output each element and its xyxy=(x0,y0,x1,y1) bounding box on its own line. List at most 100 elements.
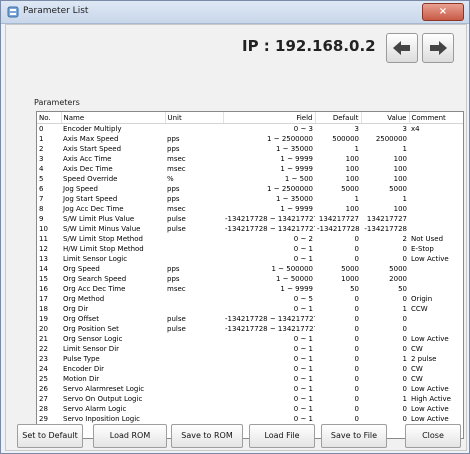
table-row[interactable]: 11 S/W Limit Stop Method 0 ~ 2 0 2 Not Used xyxy=(37,234,463,244)
table-cell: Axis Acc Time xyxy=(63,155,112,163)
table-row[interactable]: 15 Org Search Speed pps 1 ~ 50000 1000 2000 xyxy=(37,274,463,284)
table-cell: 134217727 xyxy=(318,215,359,223)
forward-button[interactable] xyxy=(422,33,454,63)
column-header[interactable]: Value xyxy=(361,112,410,124)
table-cell: 0 xyxy=(354,405,359,413)
table-row[interactable]: 22 Limit Sensor Dir 0 ~ 1 0 0 CW xyxy=(37,344,463,354)
table-row[interactable]: 2 Axis Start Speed pps 1 ~ 35000 1 1 xyxy=(37,144,463,154)
table-cell: Org Method xyxy=(63,295,105,303)
table-row[interactable]: 6 Jog Speed pps 1 ~ 2500000 5000 5000 xyxy=(37,184,463,194)
table-cell: 25 xyxy=(39,375,48,383)
column-header[interactable]: No. xyxy=(37,112,62,124)
table-row[interactable]: 16 Org Acc Dec Time msec 1 ~ 9999 50 50 xyxy=(37,284,463,294)
save-to-rom-button[interactable]: Save to ROM xyxy=(171,424,243,448)
column-header[interactable]: Field xyxy=(223,112,316,124)
table-row[interactable]: 0 Encoder Multiply 0 ~ 3 3 3 x4 xyxy=(37,124,463,135)
table-cell: Servo Alarmreset Logic xyxy=(63,385,145,393)
table-cell: 1 ~ 9999 xyxy=(280,155,313,163)
table-cell: 18 xyxy=(39,305,48,313)
table-cell: 0 xyxy=(354,235,359,243)
app-icon xyxy=(7,6,19,18)
parameters-label: Parameters xyxy=(34,98,80,107)
table-cell: 1 ~ 9999 xyxy=(280,205,313,213)
table-cell: 6 xyxy=(39,185,44,193)
table-row[interactable]: 13 Limit Sensor Logic 0 ~ 1 0 0 Low Active xyxy=(37,254,463,264)
table-cell xyxy=(165,334,223,344)
table-cell: 1 xyxy=(402,195,407,203)
table-cell: msec xyxy=(167,285,186,293)
table-row[interactable]: 3 Axis Acc Time msec 1 ~ 9999 100 100 xyxy=(37,154,463,164)
table-row[interactable]: 20 Org Position Set pulse -134217728 ~ 1342… xyxy=(37,324,463,334)
table-cell: 3 xyxy=(39,155,44,163)
table-cell: Jog Start Speed xyxy=(63,195,118,203)
load-file-button[interactable]: Load File xyxy=(249,424,315,448)
table-cell: 1 ~ 35000 xyxy=(275,145,313,153)
table-cell: 0 xyxy=(402,415,407,423)
load-rom-button[interactable]: Load ROM xyxy=(93,424,167,448)
table-row[interactable]: 24 Encoder Dir 0 ~ 1 0 0 CW xyxy=(37,364,463,374)
table-cell: 3 xyxy=(402,125,407,133)
table-cell: 1 ~ 2500000 xyxy=(267,135,313,143)
parameter-list[interactable]: No. Name Unit Field Default Value Commen… xyxy=(36,111,464,439)
table-row[interactable]: 18 Org Dir 0 ~ 1 0 1 CCW xyxy=(37,304,463,314)
table-row[interactable]: 19 Org Offset pulse -134217728 ~ 134217727 0… xyxy=(37,314,463,324)
set-default-button[interactable]: Set to Default xyxy=(17,424,83,448)
table-cell: Not Used xyxy=(411,235,444,243)
table-cell: % xyxy=(167,175,174,183)
table-row[interactable]: 1 Axis Max Speed pps 1 ~ 2500000 500000 25000… xyxy=(37,134,463,144)
table-cell: Encoder Dir xyxy=(63,365,105,373)
table-cell: 0 xyxy=(402,325,407,333)
table-row[interactable]: 26 Servo Alarmreset Logic 0 ~ 1 0 0 Low Activ… xyxy=(37,384,463,394)
column-header[interactable]: Default xyxy=(315,112,362,124)
table-cell xyxy=(409,274,463,284)
table-cell: 0 ~ 1 xyxy=(293,415,313,423)
table-row[interactable]: 14 Org Speed pps 1 ~ 500000 5000 5000 xyxy=(37,264,463,274)
table-row[interactable]: 4 Axis Dec Time msec 1 ~ 9999 100 100 xyxy=(37,164,463,174)
table-cell: Servo On Output Logic xyxy=(63,395,143,403)
table-row[interactable]: 9 S/W Limit Plus Value pulse -134217728 ~ 1… xyxy=(37,214,463,224)
table-cell: 0 xyxy=(402,405,407,413)
table-cell: CCW xyxy=(411,305,428,313)
table-cell: Speed Override xyxy=(63,175,118,183)
table-cell xyxy=(409,214,463,224)
close-button[interactable]: Close xyxy=(405,424,461,448)
column-header[interactable]: Name xyxy=(61,112,166,124)
table-row[interactable]: 28 Servo Alarm Logic 0 ~ 1 0 0 Low Active xyxy=(37,404,463,414)
table-cell: 5000 xyxy=(389,265,407,273)
column-header[interactable]: Unit xyxy=(165,112,224,124)
table-row[interactable]: 21 Org Sensor Logic 0 ~ 1 0 0 Low Active xyxy=(37,334,463,344)
table-row[interactable]: 5 Speed Override% 1 ~ 500 100 100 xyxy=(37,174,463,184)
table-row[interactable]: 27 Servo On Output Logic 0 ~ 1 0 1 High Activ… xyxy=(37,394,463,404)
table-cell: 5000 xyxy=(389,185,407,193)
table-cell: 15 xyxy=(39,275,48,283)
table-row[interactable]: 12 H/W Limit Stop Method 0 ~ 1 0 0 E-Stop xyxy=(37,244,463,254)
table-cell: 50 xyxy=(398,285,407,293)
back-button[interactable] xyxy=(386,33,418,63)
table-row[interactable]: 8 Jog Acc Dec Time msec 1 ~ 9999 100 100 xyxy=(37,204,463,214)
table-cell: 50 xyxy=(350,285,359,293)
table-row[interactable]: 17 Org Method 0 ~ 5 0 0 Origin xyxy=(37,294,463,304)
table-cell: Axis Start Speed xyxy=(63,145,122,153)
table-cell: 17 xyxy=(39,295,48,303)
table-row[interactable]: 7 Jog Start Speed pps 1 ~ 35000 1 1 xyxy=(37,194,463,204)
table-cell: 1 xyxy=(402,355,407,363)
table-row[interactable]: 10 S/W Limit Minus Value pulse -134217728 ~… xyxy=(37,224,463,234)
table-cell: -134217728 xyxy=(317,225,360,233)
column-header[interactable]: Comment xyxy=(409,112,463,124)
table-row[interactable]: 29 Servo Inposition Logic 0 ~ 1 0 0 Low Activ… xyxy=(37,414,463,424)
table-cell xyxy=(165,234,223,244)
table-cell: 0 xyxy=(402,295,407,303)
table-cell: 5 xyxy=(39,175,44,183)
table-cell: 28 xyxy=(39,405,48,413)
table-cell xyxy=(409,144,463,154)
table-cell: -134217728 ~ 134217727 xyxy=(225,315,315,323)
table-cell xyxy=(165,394,223,404)
table-row[interactable]: 25 Motion Dir 0 ~ 1 0 0 CW xyxy=(37,374,463,384)
table-cell: 100 xyxy=(345,155,359,163)
table-row[interactable]: 23 Pulse Type 0 ~ 1 0 1 2 pulse xyxy=(37,354,463,364)
window-close-button[interactable]: × xyxy=(422,3,464,21)
table-cell: 1 xyxy=(402,145,407,153)
table-cell: 0 ~ 2 xyxy=(293,235,313,243)
table-cell: Org Acc Dec Time xyxy=(63,285,126,293)
save-to-file-button[interactable]: Save to File xyxy=(321,424,387,448)
